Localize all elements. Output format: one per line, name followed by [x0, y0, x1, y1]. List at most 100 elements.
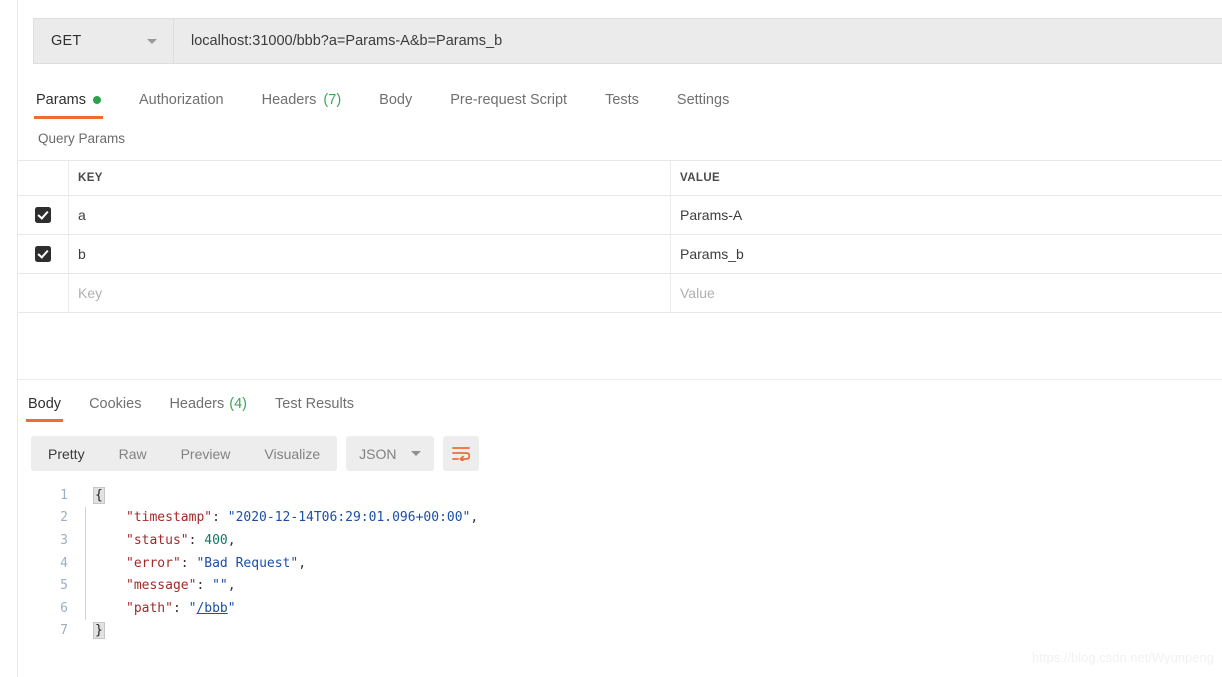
response-tab-body-label: Body	[28, 396, 61, 412]
code-line: 1{	[18, 484, 1222, 507]
code-line-text: }	[94, 623, 1222, 638]
row-checkbox-cell	[18, 196, 69, 234]
code-token-k: "message"	[126, 578, 196, 593]
line-number: 6	[18, 601, 78, 616]
code-line: 2 "timestamp": "2020-12-14T06:29:01.096+0…	[18, 507, 1222, 530]
response-tab-test-results[interactable]: Test Results	[275, 388, 354, 419]
code-token-p: ,	[470, 510, 478, 525]
code-token-p: :	[212, 510, 228, 525]
tab-pre-request-script-label: Pre-request Script	[450, 92, 567, 108]
code-token-s: "	[228, 601, 236, 616]
view-mode-raw[interactable]: Raw	[102, 436, 164, 471]
tab-params-label: Params	[36, 92, 86, 108]
fold-guide	[78, 574, 94, 597]
code-line: 6 "path": "/bbb"	[18, 597, 1222, 620]
code-token-k: "status"	[126, 533, 189, 548]
tab-authorization[interactable]: Authorization	[139, 82, 224, 118]
response-tab-test-results-label: Test Results	[275, 396, 354, 412]
tab-params[interactable]: Params	[36, 82, 101, 118]
view-mode-pretty[interactable]: Pretty	[31, 436, 102, 471]
fold-guide	[78, 507, 94, 530]
code-token-k: "path"	[126, 601, 173, 616]
code-token-p: ,	[228, 578, 236, 593]
request-url-input[interactable]: localhost:31000/bbb?a=Params-A&b=Params_…	[174, 19, 1222, 63]
fold-guide	[78, 529, 94, 552]
response-tab-headers[interactable]: Headers (4)	[169, 388, 247, 419]
fold-guide	[78, 552, 94, 575]
code-token-p: :	[173, 601, 189, 616]
code-token-n: 400	[204, 533, 227, 548]
code-line: 3 "status": 400,	[18, 529, 1222, 552]
code-line: 4"error": "Bad Request",	[18, 552, 1222, 575]
code-token-p: :	[196, 578, 212, 593]
code-line-text: "timestamp": "2020-12-14T06:29:01.096+00…	[94, 510, 1222, 525]
tab-settings[interactable]: Settings	[677, 82, 729, 118]
tab-headers-label: Headers	[262, 92, 317, 108]
fold-guide	[78, 620, 94, 643]
tab-tests-label: Tests	[605, 92, 639, 108]
response-format-select[interactable]: JSON	[346, 436, 433, 471]
code-token-brace: {	[94, 488, 104, 503]
tab-tests[interactable]: Tests	[605, 82, 639, 118]
fold-guide	[78, 484, 94, 507]
response-tab-headers-label: Headers	[169, 396, 224, 412]
code-token-s: "Bad Request"	[196, 556, 298, 571]
line-number: 2	[18, 510, 78, 525]
fold-guide	[78, 597, 94, 620]
response-tab-cookies[interactable]: Cookies	[89, 388, 141, 419]
chevron-down-icon	[147, 39, 157, 44]
tab-headers-count: (7)	[323, 92, 341, 108]
tab-authorization-label: Authorization	[139, 92, 224, 108]
code-token-s: ""	[212, 578, 228, 593]
response-tab-body[interactable]: Body	[28, 388, 61, 419]
response-view-toolbar: Pretty Raw Preview Visualize JSON	[31, 436, 479, 471]
tab-settings-label: Settings	[677, 92, 729, 108]
http-method-select[interactable]: GET	[34, 19, 174, 63]
column-header-key: KEY	[69, 161, 671, 195]
request-url-bar: GET localhost:31000/bbb?a=Params-A&b=Par…	[33, 18, 1222, 64]
view-mode-preview[interactable]: Preview	[164, 436, 248, 471]
column-header-value: VALUE	[671, 161, 1222, 195]
row-enabled-checkbox[interactable]	[35, 246, 51, 262]
code-line-text: "path": "/bbb"	[94, 601, 1222, 616]
code-token-p: ,	[228, 533, 236, 548]
new-param-key-input[interactable]: Key	[69, 274, 671, 312]
tab-headers[interactable]: Headers (7)	[262, 82, 342, 118]
code-line-text: "status": 400,	[94, 533, 1222, 548]
row-checkbox-cell	[18, 274, 69, 312]
wrap-text-icon	[452, 446, 470, 461]
code-token-s: "2020-12-14T06:29:01.096+00:00"	[228, 510, 471, 525]
param-key-input[interactable]: b	[69, 235, 671, 273]
request-tabs: Params Authorization Headers (7) Body Pr…	[18, 82, 1222, 118]
code-token-p: ,	[298, 556, 306, 571]
postman-request-response-pane: GET localhost:31000/bbb?a=Params-A&b=Par…	[0, 0, 1222, 677]
query-params-table: KEY VALUE a Params-A b Params_b Key Valu…	[18, 160, 1222, 313]
tab-body-label: Body	[379, 92, 412, 108]
code-token-k: "timestamp"	[126, 510, 212, 525]
response-body-code-viewer[interactable]: 1{ 2 "timestamp": "2020-12-14T06:29:01.096…	[18, 484, 1222, 677]
line-number: 5	[18, 578, 78, 593]
http-method-label: GET	[51, 33, 81, 49]
response-format-label: JSON	[359, 446, 396, 462]
response-view-mode-group: Pretty Raw Preview Visualize	[31, 436, 337, 471]
code-token-k: "error"	[126, 556, 181, 571]
line-number: 3	[18, 533, 78, 548]
code-token-lnk[interactable]: /bbb	[196, 601, 227, 616]
param-value-input[interactable]: Params_b	[671, 235, 1222, 273]
tab-body[interactable]: Body	[379, 82, 412, 118]
code-token-brace: }	[94, 623, 104, 638]
param-value-input[interactable]: Params-A	[671, 196, 1222, 234]
code-token-p: :	[189, 533, 205, 548]
view-mode-visualize[interactable]: Visualize	[247, 436, 337, 471]
watermark-text: https://blog.csdn.net/Wyunpeng	[1032, 650, 1214, 665]
tab-pre-request-script[interactable]: Pre-request Script	[450, 82, 567, 118]
wrap-text-button[interactable]	[443, 436, 479, 471]
code-line: 5 "message": "",	[18, 574, 1222, 597]
table-header-row: KEY VALUE	[18, 161, 1222, 196]
code-token-p: :	[181, 556, 197, 571]
table-row: b Params_b	[18, 235, 1222, 274]
param-key-input[interactable]: a	[69, 196, 671, 234]
new-param-value-input[interactable]: Value	[671, 274, 1222, 312]
header-checkbox-cell	[18, 161, 69, 195]
row-enabled-checkbox[interactable]	[35, 207, 51, 223]
